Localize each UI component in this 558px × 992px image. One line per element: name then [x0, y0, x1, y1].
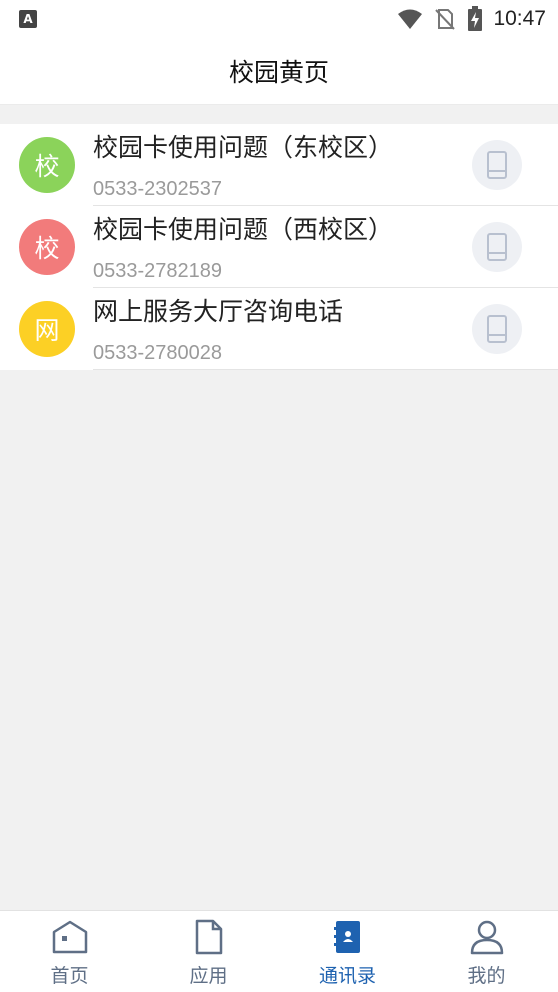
- contact-phone: 0533-2780028: [93, 342, 223, 364]
- no-sim-icon: [435, 9, 456, 30]
- call-button[interactable]: [472, 304, 522, 354]
- screen: A 10:47 校园黄页 校 校园卡使用问题（东校区） 0533-2302537: [0, 0, 558, 992]
- tab-apps[interactable]: 应用: [139, 911, 278, 992]
- status-time: 10:47: [493, 7, 546, 30]
- phone-icon: [487, 233, 507, 261]
- contact-item[interactable]: 校 校园卡使用问题（西校区） 0533-2782189: [0, 206, 558, 288]
- call-button[interactable]: [472, 140, 522, 190]
- contact-item[interactable]: 网 网上服务大厅咨询电话 0533-2780028: [0, 288, 558, 370]
- tab-label: 首页: [50, 965, 89, 987]
- notification-a-icon: A: [19, 10, 37, 28]
- contact-list: 校 校园卡使用问题（东校区） 0533-2302537 校 校园卡使用问题（西校…: [0, 124, 558, 370]
- contacts-book-icon: [333, 921, 360, 953]
- tab-label: 我的: [467, 965, 506, 987]
- app-header: 校园黄页: [0, 38, 558, 105]
- phone-icon: [487, 151, 507, 179]
- person-icon: [470, 920, 503, 955]
- wifi-icon: [398, 9, 423, 29]
- contact-avatar: 网: [19, 301, 75, 357]
- tab-contacts[interactable]: 通讯录: [278, 911, 417, 992]
- tab-me[interactable]: 我的: [417, 911, 556, 992]
- contact-phone: 0533-2302537: [93, 178, 223, 200]
- battery-charging-icon: [468, 6, 483, 31]
- contact-item[interactable]: 校 校园卡使用问题（东校区） 0533-2302537: [0, 124, 558, 206]
- tab-home[interactable]: 首页: [0, 911, 139, 992]
- call-button[interactable]: [472, 222, 522, 272]
- contact-name: 校园卡使用问题（东校区）: [93, 133, 394, 162]
- contact-name: 网上服务大厅咨询电话: [93, 297, 344, 326]
- contact-name: 校园卡使用问题（西校区）: [93, 215, 394, 244]
- tab-label: 通讯录: [318, 965, 376, 987]
- contact-phone: 0533-2782189: [93, 260, 223, 282]
- contact-avatar: 校: [19, 137, 75, 193]
- tab-label: 应用: [189, 965, 228, 987]
- bottom-tab-bar: 首页 应用 通讯录 我的: [0, 910, 558, 992]
- phone-icon: [487, 315, 507, 343]
- page-title: 校园黄页: [228, 58, 329, 87]
- divider: [93, 369, 558, 370]
- status-bar: A 10:47: [0, 0, 558, 38]
- document-icon: [195, 919, 222, 955]
- contact-avatar: 校: [19, 219, 75, 275]
- status-right: 10:47: [397, 6, 546, 32]
- home-icon: [52, 920, 87, 954]
